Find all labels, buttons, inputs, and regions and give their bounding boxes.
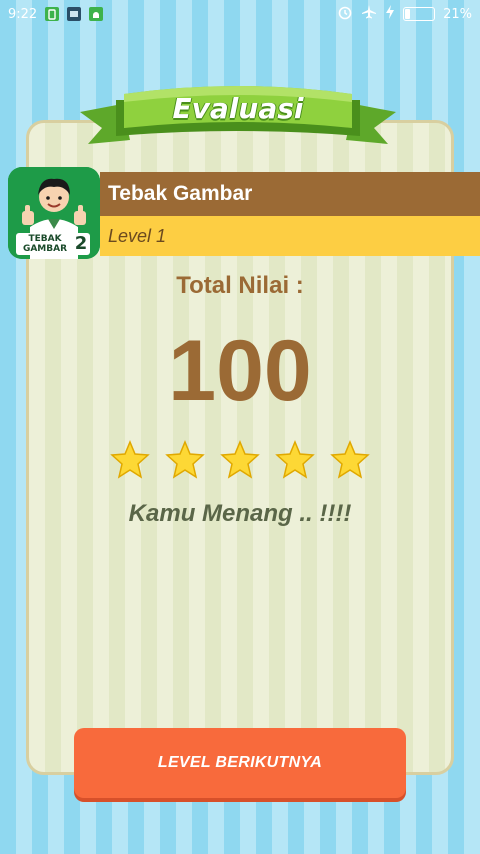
- evaluasi-ribbon-banner: Evaluasi: [80, 74, 396, 148]
- status-bar: 9:22 21%: [0, 0, 480, 28]
- star-filled-icon: [110, 440, 150, 479]
- battery-icon: [403, 7, 436, 21]
- star-filled-icon: [165, 440, 205, 479]
- result-message: Kamu Menang .. !!!!: [128, 500, 352, 527]
- app-icon-label: TEBAK GAMBAR: [16, 233, 74, 255]
- status-time: 9:22: [8, 6, 38, 22]
- level-bar: Level 1: [100, 216, 480, 256]
- airplane-mode-icon: [361, 4, 377, 24]
- status-bar-right: 21%: [337, 4, 480, 24]
- total-score-label: Total Nilai :: [176, 272, 304, 299]
- game-app-icon: TEBAK GAMBAR 2: [8, 167, 100, 259]
- app-icon-label-line1: TEBAK: [28, 234, 62, 244]
- total-score-value: 100: [168, 323, 312, 419]
- charging-icon: [385, 5, 395, 23]
- battery-saver-icon: [45, 7, 60, 21]
- status-bar-left: 9:22: [0, 6, 104, 22]
- star-filled-icon: [330, 440, 370, 479]
- game-title-bar: Tebak Gambar: [100, 172, 480, 216]
- level-label: Level 1: [108, 225, 167, 246]
- app-icon-number: 2: [72, 233, 90, 255]
- next-level-button[interactable]: LEVEL BERIKUTNYA: [74, 728, 406, 798]
- battery-level-fill: [405, 9, 411, 19]
- battery-percent: 21%: [443, 6, 472, 22]
- banner-title: Evaluasi: [172, 92, 304, 125]
- game-title: Tebak Gambar: [108, 182, 253, 205]
- app-notification-icon: [67, 7, 82, 21]
- alarm-icon: [337, 4, 353, 24]
- star-filled-icon: [220, 440, 260, 479]
- star-rating: [110, 440, 370, 484]
- star-filled-icon: [275, 440, 315, 479]
- android-icon: [89, 7, 104, 21]
- app-icon-label-line2: GAMBAR: [22, 244, 68, 254]
